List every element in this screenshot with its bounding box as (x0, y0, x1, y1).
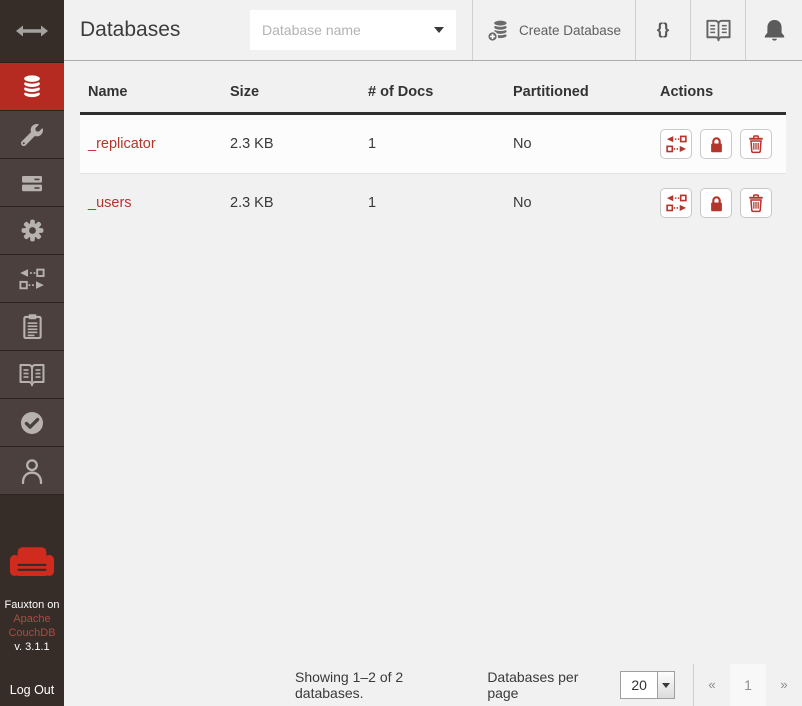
wrench-icon (21, 124, 43, 146)
chevron-down-icon (434, 27, 444, 33)
database-icon (19, 73, 45, 100)
pagination: « 1 » (694, 664, 802, 706)
couch-logo-icon (9, 546, 55, 583)
replicate-icon (666, 135, 687, 153)
lock-icon (707, 135, 726, 154)
replicate-database-button[interactable] (660, 188, 692, 218)
db-doc-count: 1 (360, 174, 505, 233)
branding-prefix: Fauxton on (0, 598, 64, 612)
server-icon (19, 170, 45, 196)
trash-icon (746, 193, 766, 213)
replicate-icon (19, 268, 45, 290)
fauxton-branding: Fauxton on Apache CouchDB v. 3.1.1 (0, 546, 64, 654)
create-database-label: Create Database (519, 23, 621, 38)
footer-bar: Showing 1–2 of 2 databases. Databases pe… (64, 664, 802, 706)
database-plus-icon (487, 18, 511, 43)
fauxton-app: Fauxton on Apache CouchDB v. 3.1.1 Log O… (0, 0, 802, 706)
db-partitioned: No (505, 174, 652, 233)
databases-table-container: Name Size # of Docs Partitioned Actions … (64, 61, 802, 706)
set-permissions-button[interactable] (700, 129, 732, 159)
couchdb-link-line1[interactable]: Apache (0, 612, 64, 626)
curly-braces-icon: {} (657, 21, 669, 39)
per-page-select[interactable]: 20 (620, 671, 675, 699)
sidebar-item-configuration[interactable] (0, 159, 64, 207)
db-partitioned: No (505, 114, 652, 174)
user-icon (19, 457, 45, 485)
sidebar-nav (0, 63, 64, 495)
table-row: _replicator 2.3 KB 1 No (80, 114, 786, 174)
pagination-next-button[interactable]: » (766, 664, 802, 706)
per-page-label: Databases per page (487, 669, 606, 701)
select-arrow-icon (657, 672, 674, 698)
open-book-icon (705, 18, 732, 42)
sidebar-item-settings[interactable] (0, 207, 64, 255)
database-link-users[interactable]: _users (88, 195, 132, 211)
per-page-value: 20 (621, 677, 657, 693)
resize-horizontal-icon (15, 24, 49, 38)
sidebar-item-verify[interactable] (0, 399, 64, 447)
main-area: Databases (64, 0, 802, 706)
header-bar: Databases (64, 0, 802, 61)
db-size: 2.3 KB (222, 114, 360, 174)
column-header-docs: # of Docs (360, 75, 505, 114)
sidebar: Fauxton on Apache CouchDB v. 3.1.1 Log O… (0, 0, 64, 706)
column-header-name: Name (80, 75, 222, 114)
sidebar-item-setup[interactable] (0, 111, 64, 159)
database-link-replicator[interactable]: _replicator (88, 136, 156, 152)
database-search-input[interactable] (250, 22, 420, 38)
page-title: Databases (80, 18, 180, 42)
json-api-button[interactable]: {} (635, 0, 690, 60)
delete-database-button[interactable] (740, 188, 772, 218)
lock-icon (707, 194, 726, 213)
db-doc-count: 1 (360, 114, 505, 174)
clipboard-icon (21, 313, 44, 340)
sidebar-item-databases[interactable] (0, 63, 64, 111)
pagination-prev-button[interactable]: « (694, 664, 730, 706)
notifications-button[interactable] (745, 0, 802, 60)
check-circle-icon (19, 410, 45, 436)
replicate-icon (666, 194, 687, 212)
showing-count-text: Showing 1–2 of 2 databases. (295, 669, 465, 701)
delete-database-button[interactable] (740, 129, 772, 159)
sidebar-item-account[interactable] (0, 447, 64, 495)
open-book-icon (18, 362, 46, 387)
trash-icon (746, 134, 766, 154)
column-header-actions: Actions (652, 75, 786, 114)
set-permissions-button[interactable] (700, 188, 732, 218)
create-database-button[interactable]: Create Database (472, 0, 635, 60)
pagination-page-1[interactable]: 1 (730, 664, 766, 706)
gear-icon (20, 218, 45, 243)
sidebar-item-replication[interactable] (0, 255, 64, 303)
version-label: v. 3.1.1 (0, 640, 64, 654)
db-size: 2.3 KB (222, 174, 360, 233)
sidebar-item-active-tasks[interactable] (0, 303, 64, 351)
bell-icon (763, 18, 786, 43)
column-header-partitioned: Partitioned (505, 75, 652, 114)
sidebar-item-documentation[interactable] (0, 351, 64, 399)
couchdb-link-line2[interactable]: CouchDB (0, 626, 64, 640)
replicate-database-button[interactable] (660, 129, 692, 159)
table-header-row: Name Size # of Docs Partitioned Actions (80, 75, 786, 114)
column-header-size: Size (222, 75, 360, 114)
logout-button[interactable]: Log Out (0, 683, 64, 697)
databases-table: Name Size # of Docs Partitioned Actions … (80, 75, 786, 232)
database-search-box (250, 10, 456, 50)
table-row: _users 2.3 KB 1 No (80, 174, 786, 233)
sidebar-collapse-toggle[interactable] (0, 0, 64, 63)
documentation-button[interactable] (690, 0, 745, 60)
